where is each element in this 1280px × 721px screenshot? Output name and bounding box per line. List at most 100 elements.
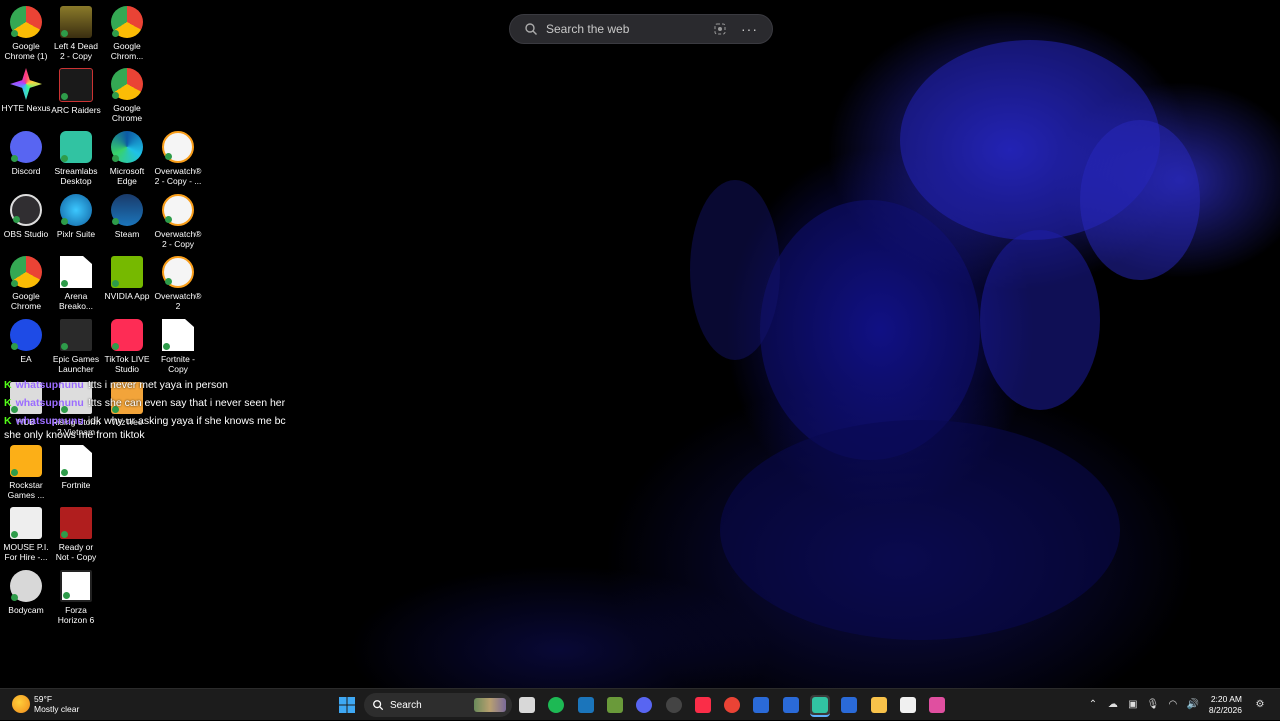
taskbar-search[interactable]: Search <box>364 693 512 717</box>
sync-status-icon <box>165 153 172 160</box>
apple-music-icon <box>695 697 711 713</box>
taskbar-streamlabs-button[interactable] <box>810 695 830 717</box>
desktop-icon-nvidia[interactable]: NVIDIA App <box>102 256 152 301</box>
taskbar-app-button[interactable] <box>839 695 859 715</box>
desktop-icon-hyte-nexus[interactable]: HYTE Nexus <box>1 68 51 113</box>
desktop-icon-file[interactable]: Arena Breako... <box>51 256 101 311</box>
rockstar-icon <box>10 445 42 477</box>
left4dead-icon <box>60 6 92 38</box>
taskbar-file-explorer-button[interactable] <box>869 695 889 715</box>
taskbar-task-view-button[interactable] <box>517 695 537 715</box>
obs-icon <box>10 194 42 226</box>
sync-status-icon <box>61 343 68 350</box>
start-button[interactable] <box>337 695 357 715</box>
taskbar-spotify-button[interactable] <box>546 695 566 715</box>
sync-status-icon <box>61 531 68 538</box>
sync-status-icon <box>112 343 119 350</box>
desktop-icon-chrome[interactable]: Google Chrome <box>1 256 51 311</box>
desktop-icon-file[interactable]: Fortnite <box>51 445 101 490</box>
desktop-icon-chrome[interactable]: Google Chrome <box>102 68 152 123</box>
ea-icon <box>10 319 42 351</box>
desktop-icon-edge[interactable]: Microsoft Edge <box>102 131 152 186</box>
microphone-icon[interactable]: 🎙 <box>1146 698 1160 712</box>
desktop-icon-discord[interactable]: Discord <box>1 131 51 176</box>
taskbar-apple-music-button[interactable] <box>693 695 713 715</box>
desktop-icon-streamlabs[interactable]: Streamlabs Desktop <box>51 131 101 186</box>
clock[interactable]: 2:20 AM 8/2/2026 <box>1209 694 1242 716</box>
sync-status-icon <box>163 343 170 350</box>
sync-status-icon <box>11 469 18 476</box>
taskbar-app-button[interactable] <box>751 695 771 715</box>
desktop-icon-forza[interactable]: Forza Horizon 6 <box>51 570 101 625</box>
desktop-icon-overwatch[interactable]: Overwatch® 2 - Copy <box>153 194 203 249</box>
desktop-icon-steam[interactable]: Steam <box>102 194 152 239</box>
app-tray-icon[interactable]: ▣ <box>1126 698 1140 712</box>
nvidia-icon <box>111 256 143 288</box>
streamlabs-icon <box>812 697 828 713</box>
file-icon <box>162 319 194 351</box>
chrome-icon <box>724 697 740 713</box>
chat-message: Kwhatsupnunu !tts i never met yaya in per… <box>4 378 304 392</box>
desktop-icon-label: Steam <box>114 229 140 239</box>
onedrive-icon[interactable]: ☁ <box>1106 698 1120 712</box>
volume-icon[interactable]: 🔊 <box>1186 698 1200 712</box>
hyte-nexus-icon <box>929 697 945 713</box>
web-search-placeholder[interactable]: Search the web <box>546 22 713 36</box>
sync-status-icon <box>61 30 68 37</box>
desktop-icon-ea[interactable]: EA <box>1 319 51 364</box>
desktop-icon-chrome[interactable]: Google Chrom... <box>102 6 152 61</box>
chat-username: whatsupnunu <box>15 397 84 409</box>
desktop-icon-mouse-pi[interactable]: MOUSE P.I. For Hire -... <box>1 507 51 562</box>
desktop-icon-label: EA <box>20 354 32 364</box>
desktop-icon-label: Discord <box>11 166 41 176</box>
sync-status-icon <box>11 343 18 350</box>
desktop-icon-label: TikTok LIVE Studio <box>104 354 150 374</box>
notifications-icon[interactable]: ⚙ <box>1253 698 1267 712</box>
chrome-icon <box>10 6 42 38</box>
desktop-icon-epic-games[interactable]: Epic Games Launcher <box>51 319 101 374</box>
chat-message: Kwhatsupnunu !tts she can even say that i… <box>4 396 304 410</box>
taskbar-forza-button[interactable] <box>898 695 918 715</box>
taskbar-obs-button[interactable] <box>664 695 684 715</box>
desktop-icon-left4dead[interactable]: Left 4 Dead 2 - Copy <box>51 6 101 61</box>
desktop-icon-pixlr[interactable]: Pixlr Suite <box>51 194 101 239</box>
mouse-pi-icon <box>10 507 42 539</box>
desktop-icon-tiktok[interactable]: TikTok LIVE Studio <box>102 319 152 374</box>
taskbar-steam-button[interactable] <box>576 695 596 715</box>
app-icon <box>783 697 799 713</box>
sync-status-icon <box>13 216 20 223</box>
desktop-icon-bodycam[interactable]: Bodycam <box>1 570 51 615</box>
taskbar-discord-button[interactable] <box>634 695 654 715</box>
taskbar-app-button[interactable] <box>781 695 801 715</box>
epic-games-icon <box>60 319 92 351</box>
visual-search-icon[interactable] <box>713 22 727 36</box>
chevron-up-icon[interactable]: ⌃ <box>1086 698 1100 712</box>
overwatch-icon <box>162 131 194 163</box>
weather-widget[interactable]: 59°F Mostly clear <box>12 694 79 714</box>
desktop-icon-ready-or-not[interactable]: Ready or Not - Copy <box>51 507 101 562</box>
desktop-icon-label: Google Chrome <box>10 291 42 311</box>
steam-icon <box>111 194 143 226</box>
sync-status-icon <box>11 155 18 162</box>
desktop-icon-label: Ready or Not - Copy <box>55 542 97 562</box>
desktop-icon-label: Google Chrome <box>111 103 143 123</box>
web-search-box[interactable]: Search the web ··· <box>509 14 773 44</box>
sync-status-icon <box>11 594 18 601</box>
more-options-icon[interactable]: ··· <box>741 21 758 37</box>
taskbar-hyte-nexus-button[interactable] <box>927 695 947 715</box>
desktop-icon-overwatch[interactable]: Overwatch® 2 - Copy - ... <box>153 131 203 186</box>
taskbar-minecraft-button[interactable] <box>605 695 625 715</box>
desktop-icon-arc-raiders[interactable]: ARC Raiders <box>51 68 101 115</box>
desktop-icon-obs[interactable]: OBS Studio <box>1 194 51 239</box>
taskbar-chrome-button[interactable] <box>722 695 742 715</box>
wifi-icon[interactable]: ◠ <box>1166 698 1180 712</box>
desktop-icon-overwatch[interactable]: Overwatch® 2 <box>153 256 203 311</box>
edge-icon <box>111 131 143 163</box>
chat-username: whatsupnunu <box>15 415 84 427</box>
sync-status-icon <box>61 93 68 100</box>
desktop-icon-rockstar[interactable]: Rockstar Games ... <box>1 445 51 500</box>
desktop-icon-file[interactable]: Fortnite - Copy <box>153 319 203 374</box>
desktop-icon-chrome[interactable]: Google Chrome (1) <box>1 6 51 61</box>
sync-status-icon <box>61 469 68 476</box>
sync-status-icon <box>165 278 172 285</box>
